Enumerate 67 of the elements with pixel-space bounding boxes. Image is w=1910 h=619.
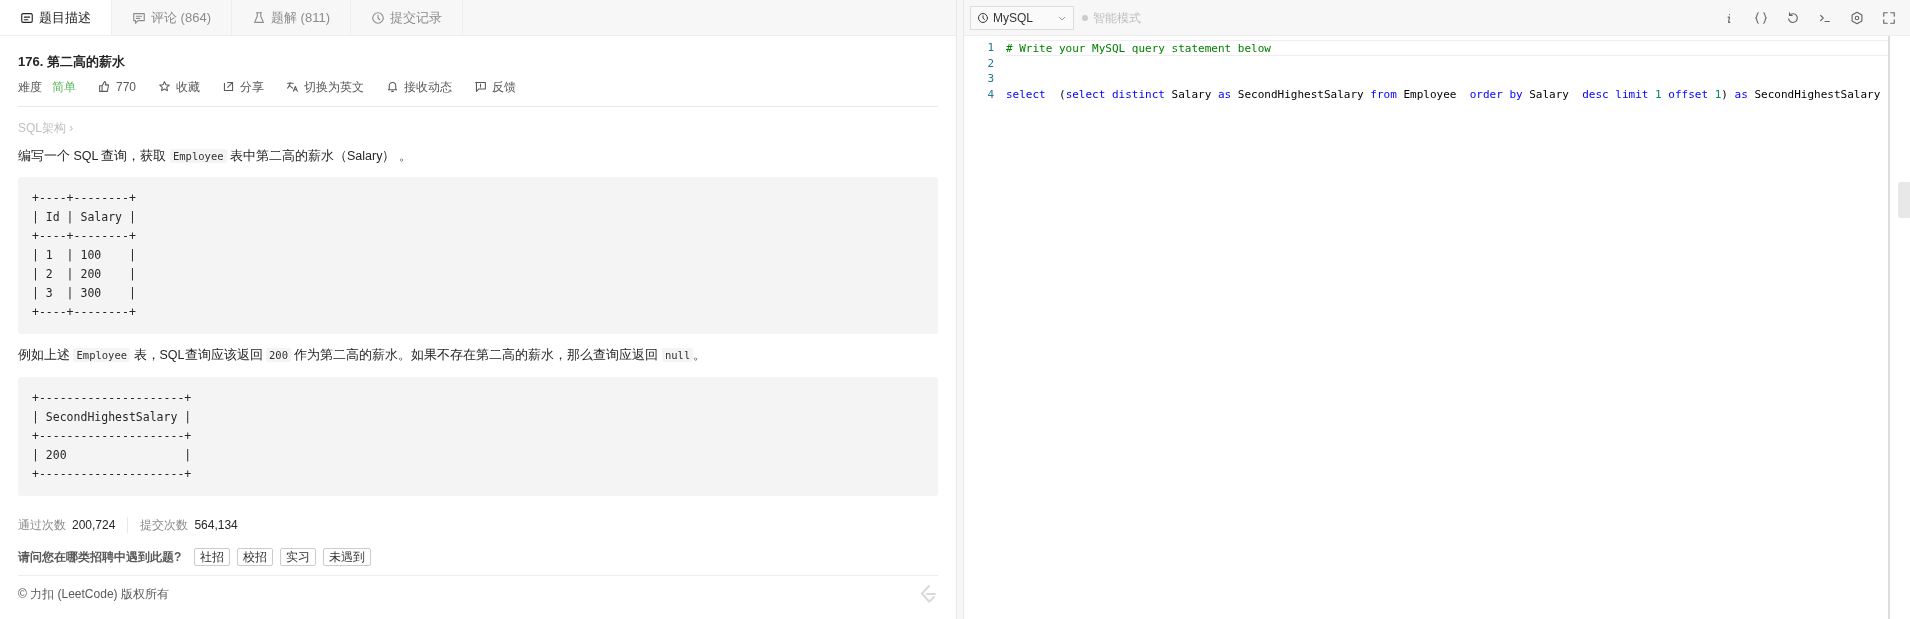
code-token: ): [1721, 86, 1729, 102]
braces-icon: [1754, 10, 1768, 25]
code-token: # Write your MySQL query statement below: [1006, 41, 1271, 55]
difficulty-label: 难度: [18, 78, 42, 96]
toggle-dot: [1082, 14, 1088, 21]
feedback-icon: [474, 80, 488, 93]
action-button[interactable]: 770: [98, 77, 137, 96]
line-number: 1: [986, 40, 995, 56]
star-icon: [158, 80, 172, 93]
line-number: 2: [986, 55, 995, 71]
code-token: SecondHighestSalary: [1753, 86, 1881, 102]
description-text: 编写一个 SQL 查询，获取 Employee 表中第二高的薪水（Salary） 。: [18, 147, 413, 165]
toolbar-button[interactable]: [1786, 10, 1800, 25]
clock-icon: [370, 10, 385, 25]
stat-label: 通过次数: [18, 518, 66, 532]
action-button[interactable]: 切换为英文: [286, 77, 365, 96]
code-token: Employee: [1402, 86, 1458, 102]
language-select[interactable]: MySQL: [970, 5, 1074, 30]
answer-button[interactable]: 未遇到: [323, 548, 372, 566]
thumbs-up-icon: [98, 80, 111, 93]
code-token: select: [1006, 86, 1046, 102]
answer-button[interactable]: 实习: [280, 548, 317, 566]
code-token: as: [1734, 86, 1748, 102]
code-token: (: [1058, 86, 1066, 102]
reset-icon: [1786, 10, 1800, 25]
code-token: Salary: [1170, 86, 1213, 102]
code-token: as: [1217, 86, 1232, 102]
comment-icon: [132, 10, 146, 25]
problem-title: 176. 第二高的薪水: [18, 53, 126, 71]
action-button[interactable]: 接收动态: [386, 77, 453, 96]
code-token: from: [1370, 86, 1397, 102]
toolbar-button[interactable]: [1850, 10, 1864, 25]
share-icon: [222, 80, 236, 93]
stat-value: 564,134: [194, 518, 238, 532]
code-token: desc limit: [1582, 86, 1650, 102]
example-table: +----+--------+ | Id | Salary | +----+--------+ | 1 | 100 | | 2 | 200 | | 3 | 300 | +----+--------+: [18, 177, 938, 335]
code-token: select distinct: [1065, 86, 1165, 102]
code-token: 1: [1655, 86, 1662, 102]
tab[interactable]: 题目描述: [0, 0, 112, 35]
line-number: 3: [986, 71, 995, 87]
copyright-text: © 力扣 (LeetCode) 版权所有: [18, 586, 169, 603]
answer-button[interactable]: 校招: [237, 548, 274, 566]
action-button[interactable]: 分享: [222, 77, 265, 96]
code-token: order by: [1469, 86, 1523, 102]
stat-value: 200,724: [72, 518, 116, 532]
translate-icon: [286, 80, 300, 93]
code-token: 1: [1714, 86, 1722, 102]
code-token: Salary: [1528, 86, 1570, 102]
fullscreen-icon: [1882, 10, 1896, 25]
action-button[interactable]: 反馈: [474, 77, 517, 96]
example-table: +---------------------+ | SecondHighestSalary | +---------------------+ | 200 | +---------------------+: [18, 377, 938, 496]
code-token: SecondHighestSalary: [1236, 86, 1365, 102]
question-text: 请问您在哪类招聘中遇到此题?: [18, 549, 182, 566]
line-number: 4: [986, 86, 995, 102]
difficulty-value: 简单: [52, 78, 76, 96]
settings-icon: [1850, 10, 1864, 25]
description-text: 例如上述 Employee 表，SQL查询应该返回 200 作为第二高的薪水。如果不存在第二高的薪水，那么查询应返回 null 。: [18, 347, 708, 365]
description-icon: [20, 10, 34, 25]
bell-icon: [386, 80, 400, 93]
code-token: offset: [1667, 86, 1710, 102]
logo-icon: [918, 584, 938, 604]
toolbar-button[interactable]: [1882, 10, 1896, 25]
stat-label: 提交次数: [140, 518, 189, 532]
flask-icon: [251, 10, 266, 25]
toolbar-button[interactable]: [1754, 10, 1768, 25]
action-button[interactable]: 收藏: [158, 77, 201, 96]
answer-button[interactable]: 社招: [194, 548, 231, 566]
